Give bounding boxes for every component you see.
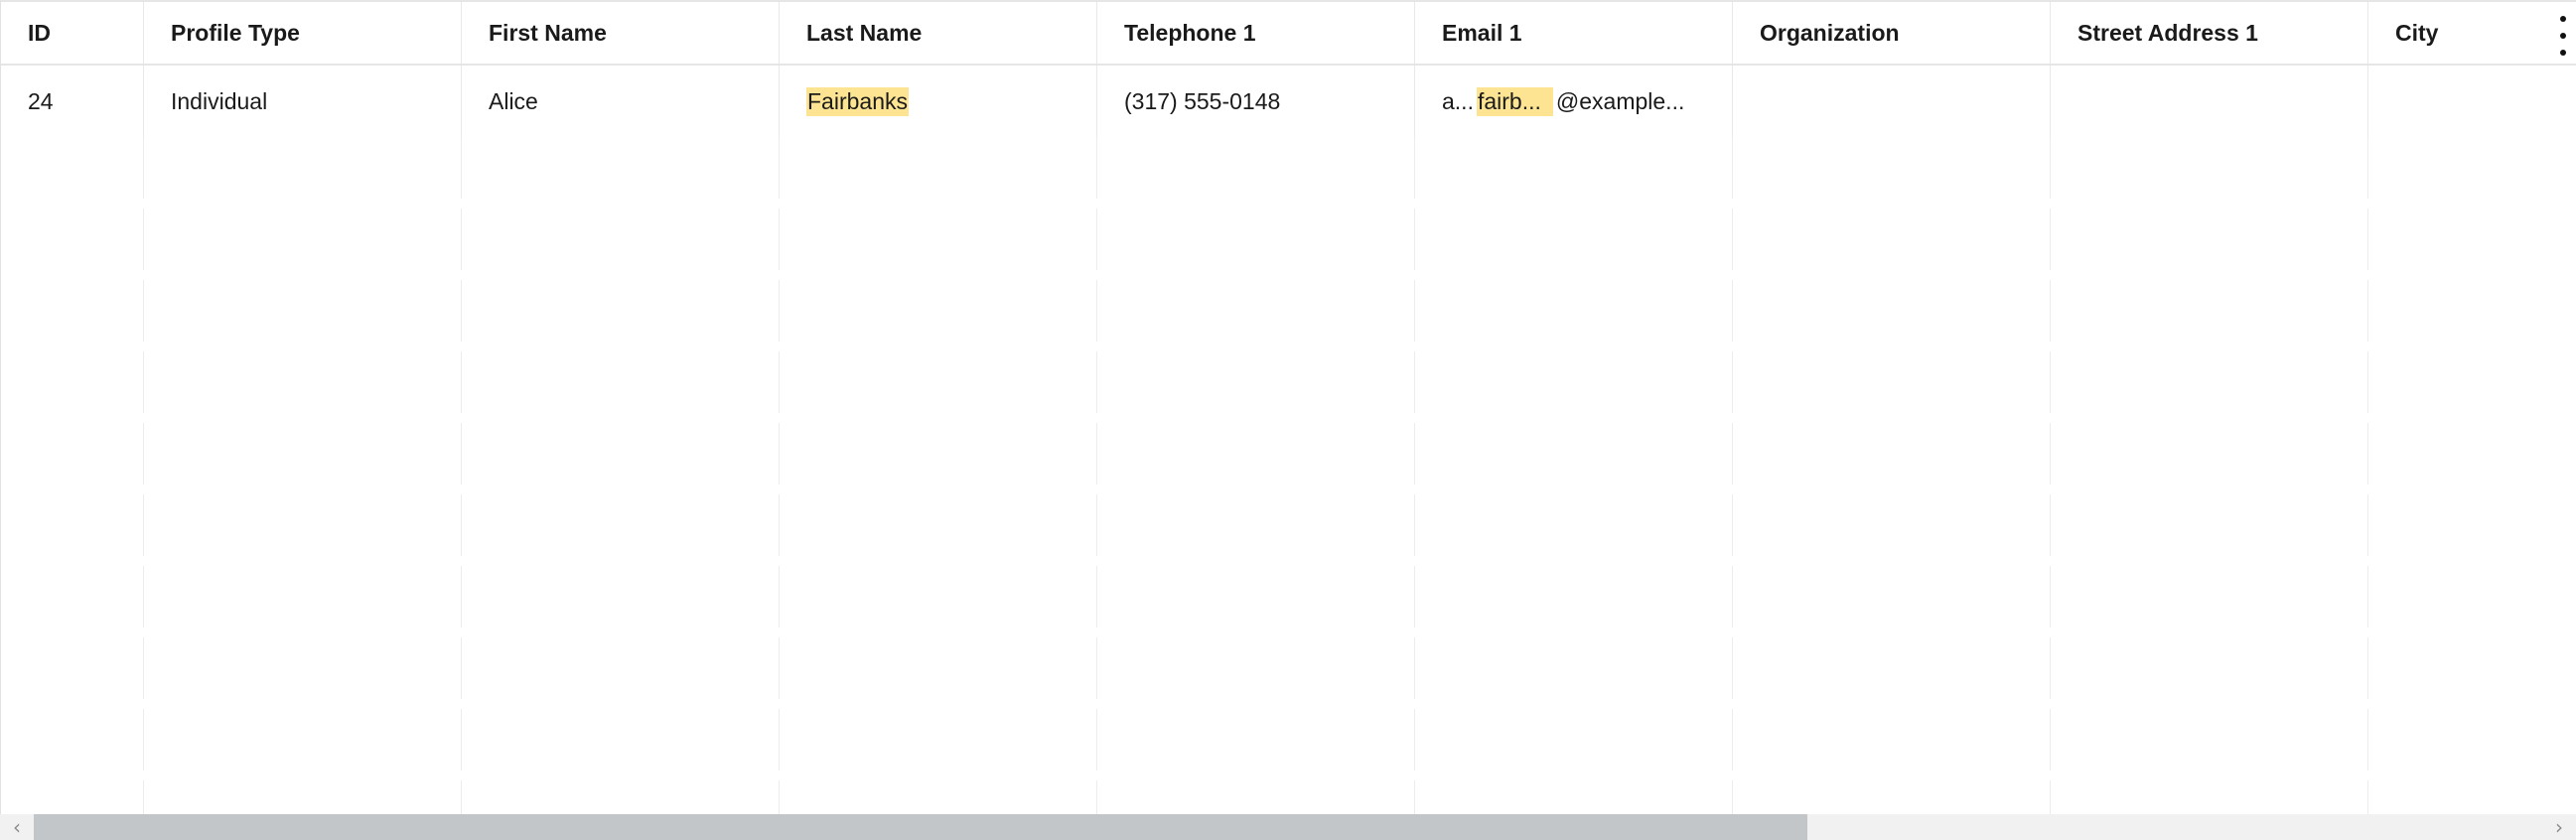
scroll-right-icon[interactable]: › (2542, 814, 2576, 840)
column-header-organization[interactable]: Organization (1733, 2, 2051, 64)
column-header-telephone-1[interactable]: Telephone 1 (1097, 2, 1415, 64)
column-header-city[interactable]: City (2368, 2, 2576, 64)
column-header-first-name[interactable]: First Name (462, 2, 780, 64)
search-match-highlight: Fairbanks (806, 86, 909, 116)
email-prefix: a... (1442, 87, 1474, 114)
email-suffix: @example... (1555, 87, 1685, 114)
column-header-last-name[interactable]: Last Name (780, 2, 1097, 64)
cell-value: Individual (171, 87, 268, 114)
kebab-menu-icon[interactable] (2553, 16, 2573, 56)
column-divider (462, 137, 780, 814)
cell-street-address-1[interactable] (2051, 66, 2368, 137)
kebab-dot (2560, 50, 2566, 56)
column-header-label: ID (28, 19, 51, 46)
cell-id[interactable]: 24 (1, 66, 144, 137)
grid-header-row: ID Profile Type First Name Last Name Tel… (1, 0, 2576, 66)
column-divider (780, 137, 1097, 814)
scroll-left-icon[interactable]: ‹ (0, 814, 34, 840)
empty-grid-area (1, 137, 2576, 814)
cell-organization[interactable] (1733, 66, 2051, 137)
cell-value: Alice (489, 87, 538, 114)
column-header-label: Street Address 1 (2077, 19, 2258, 46)
column-header-email-1[interactable]: Email 1 (1415, 2, 1733, 64)
column-filler (2368, 137, 2576, 814)
column-header-id[interactable]: ID (1, 2, 144, 64)
column-header-label: Organization (1760, 19, 1900, 46)
column-header-label: Email 1 (1442, 19, 1522, 46)
column-divider (1097, 137, 1415, 814)
column-divider (2051, 137, 2368, 814)
cell-city[interactable] (2368, 66, 2576, 137)
column-divider (1733, 137, 2051, 814)
column-header-label: Telephone 1 (1124, 19, 1256, 46)
kebab-dot (2560, 33, 2566, 39)
column-header-label: Last Name (806, 19, 923, 46)
cell-first-name[interactable]: Alice (462, 66, 780, 137)
cell-last-name[interactable]: Fairbanks (780, 66, 1097, 137)
table-row[interactable]: 24 Individual Alice Fairbanks (317) 555-… (1, 66, 2576, 137)
kebab-dot (2560, 16, 2566, 22)
search-match-highlight: fairb... (1476, 86, 1553, 116)
column-header-label: City (2395, 19, 2439, 46)
column-header-label: Profile Type (171, 19, 300, 46)
column-header-street-address-1[interactable]: Street Address 1 (2051, 2, 2368, 64)
horizontal-scrollbar[interactable]: ‹ › (0, 814, 2576, 840)
cell-value: 24 (28, 87, 54, 114)
column-header-profile-type[interactable]: Profile Type (144, 2, 462, 64)
scrollbar-thumb[interactable] (34, 814, 1807, 840)
profiles-grid: ID Profile Type First Name Last Name Tel… (0, 0, 2576, 814)
cell-value: (317) 555-0148 (1124, 87, 1281, 114)
column-divider (144, 137, 462, 814)
column-header-label: First Name (489, 19, 607, 46)
cell-profile-type[interactable]: Individual (144, 66, 462, 137)
column-divider (1, 137, 144, 814)
column-divider (1415, 137, 1733, 814)
cell-telephone-1[interactable]: (317) 555-0148 (1097, 66, 1415, 137)
cell-email-1[interactable]: a... fairb... @example... (1415, 66, 1733, 137)
